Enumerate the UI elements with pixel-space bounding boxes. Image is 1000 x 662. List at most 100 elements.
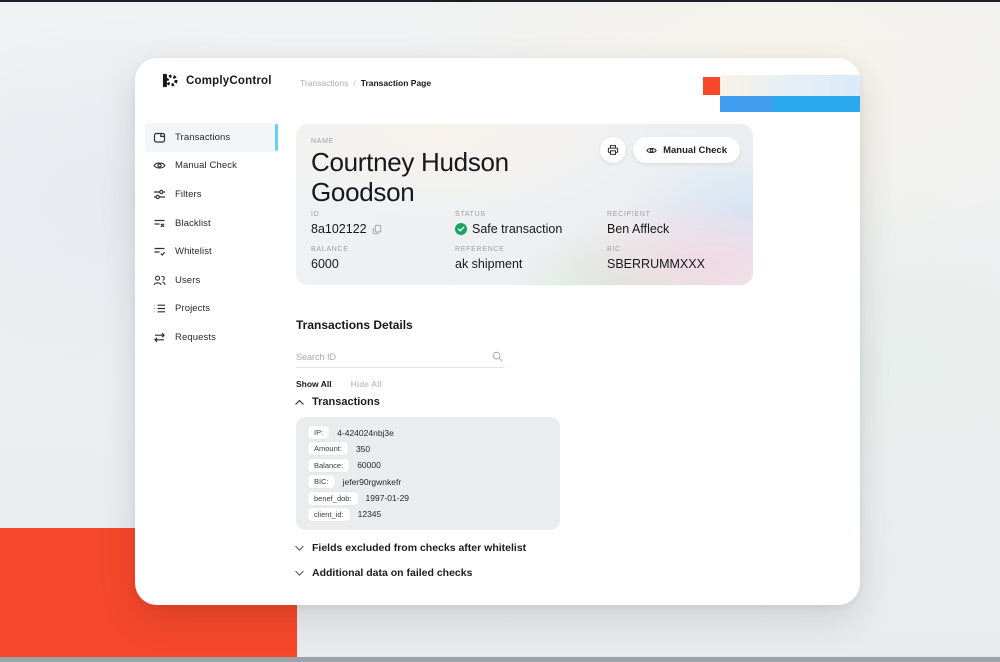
list-check-icon bbox=[153, 245, 166, 258]
sidebar-item-requests[interactable]: Requests bbox=[145, 323, 278, 352]
section-label: Additional data on failed checks bbox=[312, 567, 472, 579]
field-value: Ben Affleck bbox=[607, 222, 669, 236]
transaction-summary-card: NAME Courtney Hudson Goodson M bbox=[296, 124, 753, 285]
field-value: ak shipment bbox=[455, 257, 522, 271]
sidebar-item-transactions[interactable]: Transactions bbox=[145, 123, 278, 152]
app-window: ComplyControl Transactions / Transaction… bbox=[135, 58, 860, 605]
field-value: 1997-01-29 bbox=[366, 493, 409, 503]
search-field bbox=[296, 346, 505, 368]
section-label: Fields excluded from checks after whitel… bbox=[312, 542, 526, 554]
field-row: client_id: 12345 bbox=[308, 508, 548, 521]
chevron-down-icon bbox=[295, 545, 304, 552]
field-value: Safe transaction bbox=[472, 222, 562, 236]
field-key-badge: IP: bbox=[308, 426, 329, 439]
field-value: SBERRUMMXXX bbox=[607, 257, 705, 271]
field-value: 12345 bbox=[358, 509, 382, 519]
transaction-fields-panel: IP: 4-424024nbj3e Amount: 350 Balance: 6… bbox=[296, 417, 560, 530]
field-row: Amount: 350 bbox=[308, 442, 548, 455]
field-label: BIC bbox=[607, 246, 705, 253]
section-transactions-toggle[interactable]: Transactions bbox=[295, 396, 380, 408]
field-value: 6000 bbox=[311, 257, 339, 271]
bottom-edge-line bbox=[0, 657, 1000, 662]
copy-icon[interactable] bbox=[372, 224, 382, 235]
top-edge-line bbox=[0, 0, 1000, 2]
sidebar-item-projects[interactable]: Projects bbox=[145, 295, 278, 324]
check-circle-icon bbox=[455, 223, 467, 235]
field-value: 350 bbox=[356, 444, 370, 454]
field-value: 60000 bbox=[357, 460, 381, 470]
sidebar-item-filters[interactable]: Filters bbox=[145, 180, 278, 209]
hero-actions: Manual Check bbox=[600, 137, 740, 163]
section-whitelist-excluded-toggle[interactable]: Fields excluded from checks after whitel… bbox=[295, 542, 526, 554]
field-balance: BALANCE 6000 bbox=[311, 246, 349, 271]
field-label: RECIPIENT bbox=[607, 211, 669, 218]
eye-icon bbox=[153, 159, 166, 172]
field-bic: BIC SBERRUMMXXX bbox=[607, 246, 705, 271]
swap-arrows-icon bbox=[153, 331, 166, 344]
section-failed-checks-toggle[interactable]: Additional data on failed checks bbox=[295, 567, 472, 579]
breadcrumb-current: Transaction Page bbox=[361, 78, 431, 88]
blue-bar-decor bbox=[720, 96, 860, 112]
field-key-badge: BIC: bbox=[308, 475, 335, 488]
field-key-badge: benef_dob: bbox=[308, 492, 358, 505]
sidebar-item-label: Projects bbox=[175, 303, 210, 314]
active-indicator-bar bbox=[275, 124, 278, 151]
field-row: benef_dob: 1997-01-29 bbox=[308, 492, 548, 505]
sidebar-item-label: Whitelist bbox=[175, 246, 212, 257]
complycontrol-logo-icon bbox=[162, 72, 179, 89]
field-reference: REFERENCE ak shipment bbox=[455, 246, 522, 271]
wallet-icon bbox=[153, 131, 166, 144]
details-title: Transactions Details bbox=[296, 318, 413, 332]
manual-check-button[interactable]: Manual Check bbox=[633, 137, 740, 163]
breadcrumb: Transactions / Transaction Page bbox=[300, 78, 431, 88]
field-key-badge: Balance: bbox=[308, 459, 349, 472]
show-all-link[interactable]: Show All bbox=[296, 379, 332, 389]
sidebar-nav: Transactions Manual Check Filters bbox=[145, 123, 278, 352]
chevron-down-icon bbox=[295, 570, 304, 577]
search-input[interactable] bbox=[296, 346, 505, 367]
sidebar-item-label: Blacklist bbox=[175, 218, 211, 229]
section-label: Transactions bbox=[312, 396, 380, 408]
name-label: NAME bbox=[311, 138, 334, 145]
sidebar-item-label: Users bbox=[175, 275, 200, 286]
field-key-badge: Amount: bbox=[308, 442, 348, 455]
field-recipient: RECIPIENT Ben Affleck bbox=[607, 211, 669, 236]
list-x-icon bbox=[153, 217, 166, 230]
field-value: 8a102122 bbox=[311, 222, 367, 236]
sidebar-item-label: Requests bbox=[175, 332, 216, 343]
field-label: BALANCE bbox=[311, 246, 349, 253]
holographic-band-decor bbox=[720, 75, 860, 96]
sliders-icon bbox=[153, 188, 166, 201]
sidebar-item-label: Transactions bbox=[175, 132, 230, 143]
customer-name: Courtney Hudson Goodson bbox=[311, 147, 569, 207]
desktop-background: ComplyControl Transactions / Transaction… bbox=[0, 0, 1000, 662]
sidebar-item-users[interactable]: Users bbox=[145, 266, 278, 295]
hide-all-link[interactable]: Hide All bbox=[351, 379, 382, 389]
chevron-up-icon bbox=[295, 399, 304, 406]
brand-name: ComplyControl bbox=[186, 75, 272, 87]
app-logo[interactable]: ComplyControl bbox=[162, 72, 272, 89]
field-status: STATUS Safe transaction bbox=[455, 211, 562, 236]
search-icon[interactable] bbox=[492, 351, 503, 362]
list-icon bbox=[153, 302, 166, 315]
manual-check-label: Manual Check bbox=[663, 145, 727, 156]
sidebar-item-manual-check[interactable]: Manual Check bbox=[145, 152, 278, 181]
sidebar-item-label: Manual Check bbox=[175, 160, 237, 171]
print-button[interactable] bbox=[600, 137, 626, 163]
field-value: 4-424024nbj3e bbox=[337, 428, 394, 438]
printer-icon bbox=[607, 144, 619, 156]
breadcrumb-separator: / bbox=[353, 78, 355, 88]
field-label: REFERENCE bbox=[455, 246, 522, 253]
breadcrumb-parent-link[interactable]: Transactions bbox=[300, 78, 348, 88]
field-key-badge: client_id: bbox=[308, 508, 350, 521]
field-value: jefer90rgwnkefr bbox=[343, 477, 402, 487]
sidebar-item-whitelist[interactable]: Whitelist bbox=[145, 237, 278, 266]
field-row: IP: 4-424024nbj3e bbox=[308, 426, 548, 439]
field-id: ID 8a102122 bbox=[311, 211, 382, 236]
field-row: BIC: jefer90rgwnkefr bbox=[308, 475, 548, 488]
field-label: STATUS bbox=[455, 211, 562, 218]
field-row: Balance: 60000 bbox=[308, 459, 548, 472]
eye-icon bbox=[646, 145, 657, 156]
sidebar-item-blacklist[interactable]: Blacklist bbox=[145, 209, 278, 238]
field-label: ID bbox=[311, 211, 382, 218]
